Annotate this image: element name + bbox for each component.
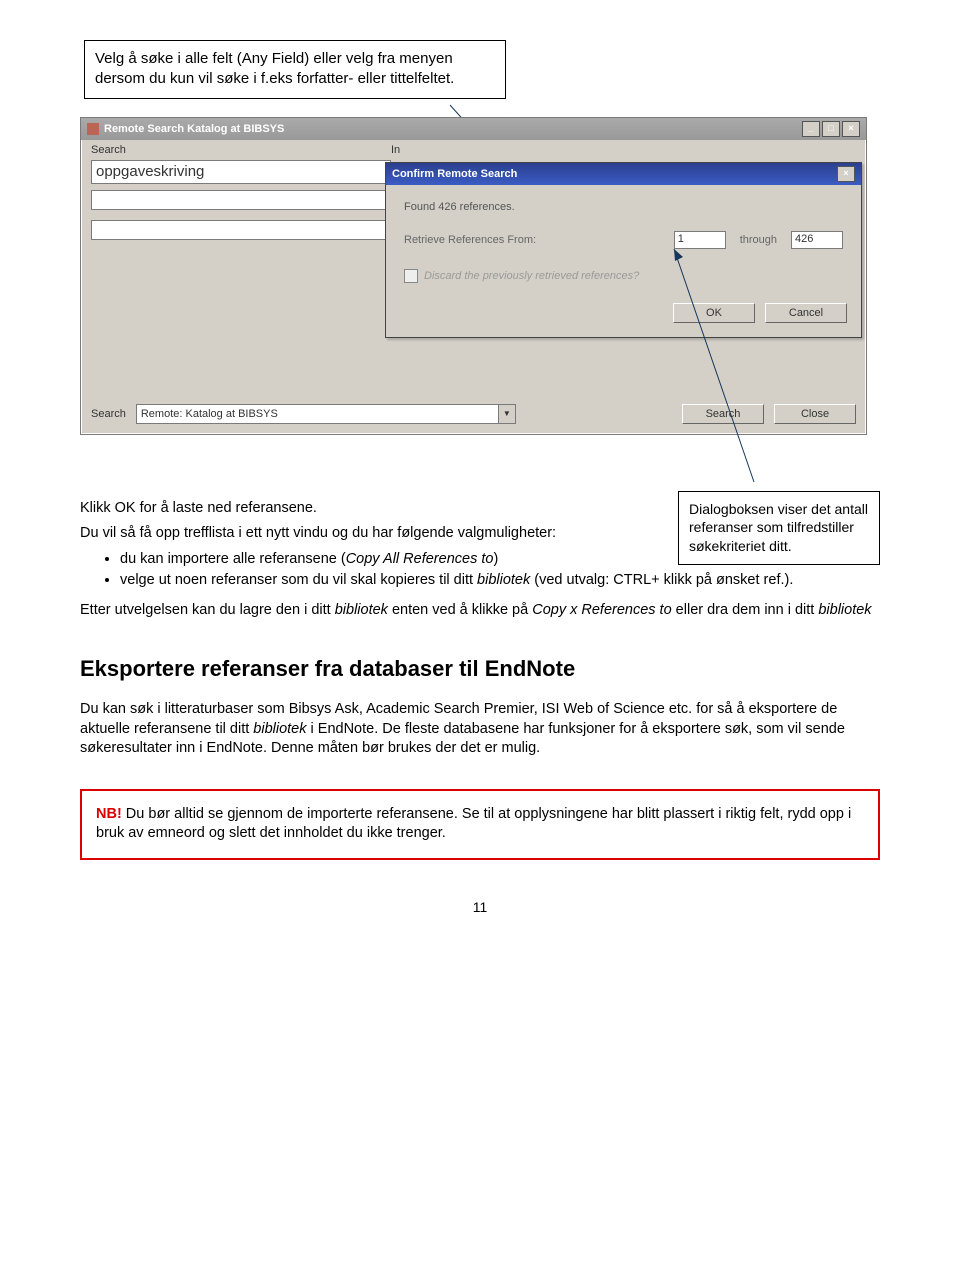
chevron-down-icon: ▼ — [498, 405, 515, 423]
search-input[interactable]: oppgaveskriving — [91, 160, 391, 184]
search-input-3[interactable] — [91, 220, 391, 240]
close-search-button[interactable]: Close — [774, 404, 856, 424]
ok-button[interactable]: OK — [673, 303, 755, 323]
page-number: 11 — [80, 898, 880, 917]
close-button[interactable]: × — [842, 121, 860, 137]
through-label: through — [740, 234, 777, 246]
window-title: Remote Search Katalog at BIBSYS — [104, 123, 284, 135]
para-etter-utvelgelsen: Etter utvelgelsen kan du lagre den i dit… — [80, 601, 880, 621]
search-label: Search — [91, 144, 391, 156]
minimize-button[interactable]: _ — [802, 121, 820, 137]
discard-checkbox[interactable] — [404, 269, 418, 283]
warning-box: NB! Du bør alltid se gjennom de importer… — [80, 789, 880, 860]
discard-label: Discard the previously retrieved referen… — [424, 270, 639, 282]
app-icon — [87, 123, 99, 135]
through-input[interactable]: 426 — [791, 231, 843, 249]
dialog-title: Confirm Remote Search — [392, 168, 517, 180]
search-input-2[interactable] — [91, 190, 391, 210]
found-text: Found 426 references. — [404, 201, 843, 213]
dialog-close-button[interactable]: × — [837, 166, 855, 182]
search-button[interactable]: Search — [682, 404, 764, 424]
from-input[interactable]: 1 — [674, 231, 726, 249]
list-item: velge ut noen referanser som du vil skal… — [120, 571, 880, 591]
screenshot-container: Remote Search Katalog at BIBSYS _ □ × Se… — [80, 117, 880, 477]
nb-text: Du bør alltid se gjennom de importerte r… — [96, 806, 851, 842]
callout-top: Velg å søke i alle felt (Any Field) elle… — [84, 40, 506, 99]
dialog-titlebar: Confirm Remote Search × — [386, 163, 861, 185]
titlebar: Remote Search Katalog at BIBSYS _ □ × — [81, 118, 866, 140]
section-heading: Eksportere referanser fra databaser til … — [80, 654, 880, 684]
bottom-search-label: Search — [91, 408, 126, 420]
in-label: In — [391, 144, 400, 156]
cancel-button[interactable]: Cancel — [765, 303, 847, 323]
para-eksportere: Du kan søk i litteraturbaser som Bibsys … — [80, 700, 880, 759]
confirm-dialog: Confirm Remote Search × Found 426 refere… — [385, 162, 862, 338]
retrieve-label: Retrieve References From: — [404, 234, 536, 246]
maximize-button[interactable]: □ — [822, 121, 840, 137]
remote-dropdown[interactable]: Remote: Katalog at BIBSYS▼ — [136, 404, 516, 424]
nb-label: NB! — [96, 806, 122, 822]
callout-right: Dialogboksen viser det antall referanser… — [678, 491, 880, 566]
